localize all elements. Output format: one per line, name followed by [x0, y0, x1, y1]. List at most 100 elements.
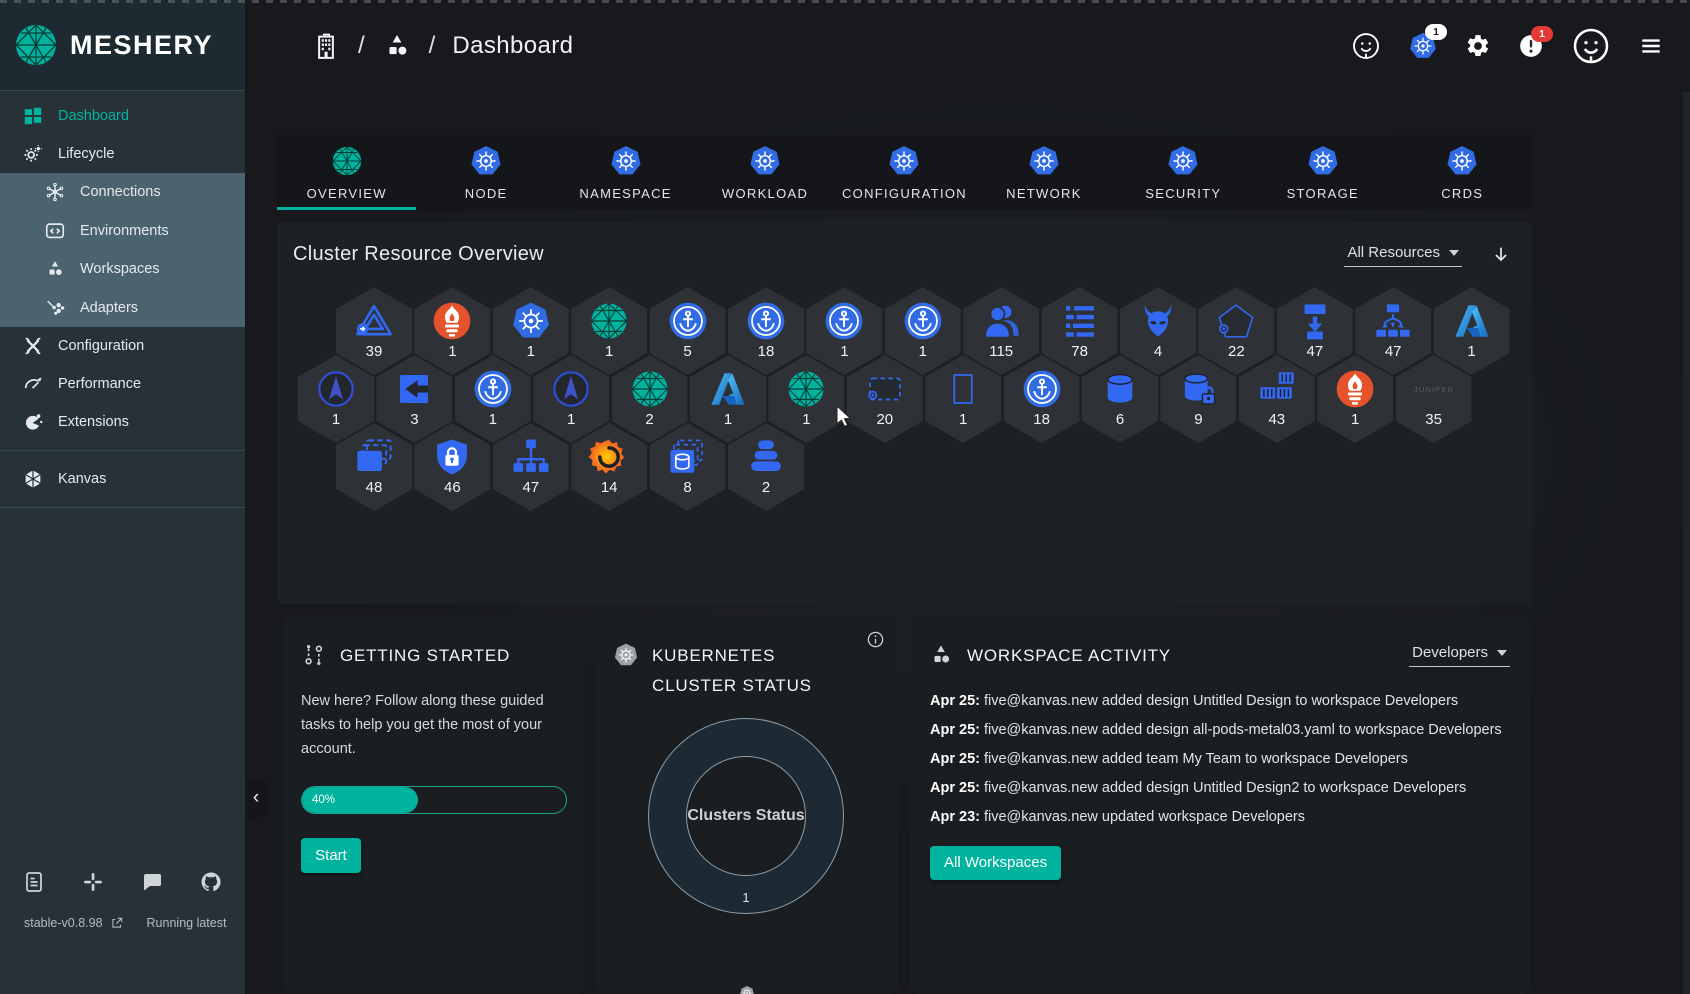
deployment-icon	[1294, 300, 1336, 342]
info-icon[interactable]	[866, 630, 885, 649]
organization-icon[interactable]	[311, 31, 341, 61]
kubernetes-context-icon[interactable]: 1	[1408, 24, 1447, 61]
prometheus-icon	[1334, 368, 1376, 410]
square-arrow-icon	[393, 368, 435, 410]
meshery-dashboard: MESHERY Dashboard Lifecycle Connections Env…	[0, 0, 1690, 994]
settings-gear-icon[interactable]	[1465, 33, 1491, 59]
github-icon[interactable]	[199, 870, 223, 894]
resource-count: 1	[567, 411, 576, 428]
meshmate-icon[interactable]	[1351, 31, 1381, 61]
cert-manager-icon	[745, 300, 787, 342]
all-workspaces-button[interactable]: All Workspaces	[930, 845, 1062, 880]
tab-workload[interactable]: WORKLOAD	[695, 135, 834, 210]
meshery-icon	[629, 368, 671, 410]
resource-count: 5	[683, 343, 692, 360]
sidebar-collapse-button[interactable]: ‹	[245, 778, 267, 818]
cylinder-lock-icon	[1177, 368, 1219, 410]
getting-started-title: GETTING STARTED	[340, 646, 511, 665]
tab-overview[interactable]: OVERVIEW	[277, 135, 417, 210]
sidebar-item-dashboard[interactable]: Dashboard	[0, 97, 245, 135]
sidebar-item-label: Environments	[80, 222, 169, 239]
prometheus-icon	[431, 300, 473, 342]
sidebar-item-lifecycle[interactable]: Lifecycle	[0, 135, 245, 173]
workspace-filter-select[interactable]: Developers	[1409, 642, 1510, 667]
brand-header[interactable]: MESHERY	[0, 0, 245, 91]
slack-icon[interactable]	[81, 870, 105, 894]
environments-icon	[44, 220, 66, 242]
kubernetes-gray-icon	[613, 642, 639, 668]
argo-icon	[315, 368, 357, 410]
grafana-icon	[588, 436, 630, 478]
sidebar-item-kanvas[interactable]: Kanvas	[0, 460, 245, 498]
cert-manager-icon	[472, 368, 514, 410]
divider	[0, 450, 245, 451]
start-button[interactable]: Start	[301, 837, 361, 873]
argo-icon	[550, 368, 592, 410]
connections-icon	[44, 181, 66, 203]
version-label[interactable]: stable-v0.8.98	[24, 916, 103, 930]
workspace-icon[interactable]	[382, 31, 412, 61]
scrollbar-track[interactable]	[1683, 92, 1690, 994]
resource-count: 1	[918, 343, 927, 360]
donut-count: 1	[742, 890, 750, 905]
kubernetes-legend-icon	[739, 985, 755, 994]
breadcrumb-separator: /	[358, 32, 365, 59]
external-link-icon[interactable]	[110, 916, 124, 930]
sidebar-item-configuration[interactable]: Configuration	[0, 327, 245, 365]
getting-started-description: New here? Follow along these guided task…	[301, 692, 544, 758]
breadcrumb-separator: /	[428, 32, 436, 59]
tab-configuration[interactable]: CONFIGURATION	[835, 135, 974, 210]
hamburger-menu-icon[interactable]	[1638, 33, 1664, 59]
resource-count: 39	[365, 343, 383, 360]
resource-count: 1	[488, 411, 497, 428]
sidebar-item-performance[interactable]: Performance	[0, 365, 245, 403]
page-title[interactable]: Dashboard	[452, 32, 573, 60]
tab-label: CRDS	[1441, 186, 1484, 201]
kubernetes-icon	[1027, 144, 1061, 178]
sidebar-item-environments[interactable]: Environments	[0, 211, 245, 250]
resource-count: 43	[1268, 411, 1286, 428]
guided-tour-icon	[301, 642, 327, 668]
resource-count: 1	[723, 411, 733, 428]
tab-network[interactable]: NETWORK	[974, 135, 1113, 210]
kubernetes-icon	[469, 144, 503, 178]
resource-count: 1	[331, 411, 341, 428]
cylinder-box-icon	[667, 436, 709, 478]
cluster-resource-overview-panel: Cluster Resource Overview All Resources …	[277, 222, 1532, 604]
daemon-icon	[1137, 300, 1179, 342]
tab-label: NODE	[464, 186, 508, 201]
resource-count: 78	[1071, 343, 1088, 360]
sidebar-footer: stable-v0.8.98 Running latest	[0, 870, 245, 930]
tab-storage[interactable]: STORAGE	[1253, 135, 1392, 210]
user-avatar[interactable]	[1571, 26, 1611, 66]
sidebar-item-connections[interactable]: Connections	[0, 173, 245, 212]
resource-count: 2	[645, 411, 654, 428]
kubernetes-icon	[1445, 144, 1479, 178]
resource-count: 1	[840, 343, 849, 360]
containers-icon	[1256, 368, 1298, 410]
forum-icon[interactable]	[140, 870, 164, 894]
sidebar-nav: Dashboard Lifecycle Connections Environment…	[0, 91, 245, 441]
tab-security[interactable]: SECURITY	[1114, 135, 1253, 210]
sidebar-item-adapters[interactable]: Adapters	[0, 288, 245, 327]
user-icon	[980, 300, 1022, 342]
cert-manager-icon	[902, 300, 944, 342]
cert-manager-icon	[1021, 368, 1063, 410]
dashed-rect-icon	[864, 368, 906, 410]
sidebar-item-extensions[interactable]: Extensions	[0, 403, 245, 441]
docs-icon[interactable]	[22, 870, 46, 894]
sidebar-item-workspaces[interactable]: Workspaces	[0, 250, 245, 289]
meshery-icon	[785, 368, 827, 410]
tab-node[interactable]: NODE	[416, 135, 555, 210]
tab-namespace[interactable]: NAMESPACE	[556, 135, 695, 210]
sidebar-item-label: Performance	[58, 376, 142, 392]
activity-entry: Apr 25: five@kanvas.new added design all…	[930, 721, 1502, 738]
tab-crds[interactable]: CRDS	[1393, 135, 1532, 210]
brand-name: MESHERY	[70, 29, 214, 60]
cert-manager-icon	[667, 300, 709, 342]
meshery-logo-icon	[12, 21, 60, 69]
context-count-badge: 1	[1425, 24, 1447, 40]
replicaset-icon	[1372, 300, 1414, 342]
notifications-icon[interactable]: 1	[1518, 26, 1553, 59]
clusters-status-donut: Clusters Status 1	[648, 718, 844, 914]
